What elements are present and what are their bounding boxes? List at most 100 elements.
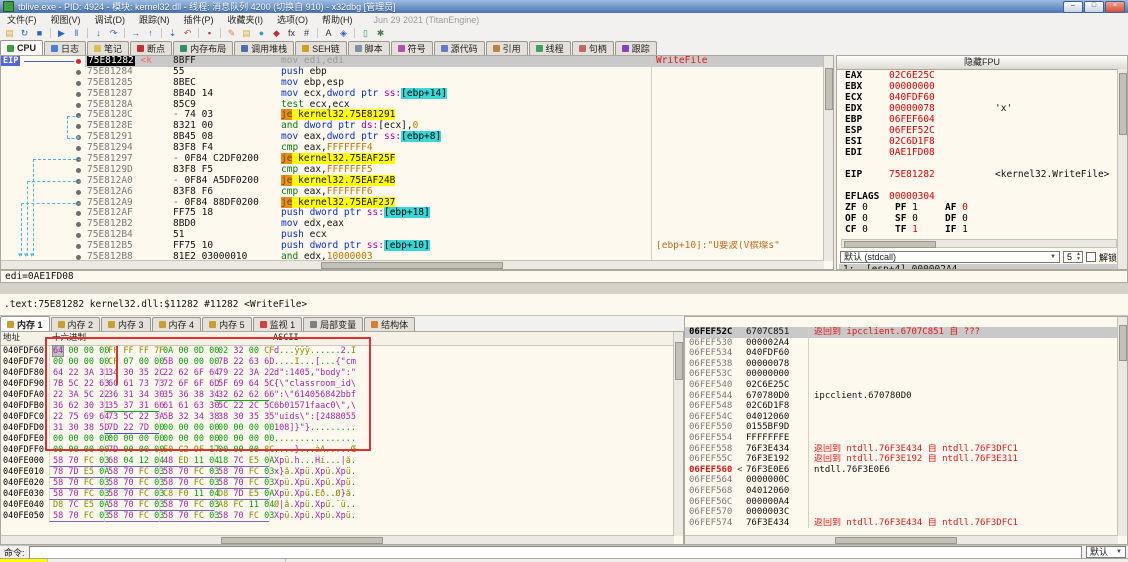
preferences-icon[interactable]: ✱ — [373, 27, 388, 39]
registers-horizontal-scrollbar[interactable] — [841, 239, 1117, 248]
registers-panel[interactable]: 隐藏FPU EAX 02C6E25C EBX 00000000 ECX 040FDF60 E… — [836, 55, 1128, 270]
stack-row[interactable]: 06FEF534 040FDF60 — [685, 348, 1127, 359]
registers-vertical-scrollbar[interactable] — [1117, 69, 1127, 269]
stack-row[interactable]: 06FEF558 76F3E434 返回到 ntdll.76F3E434 自 ntd… — [685, 443, 1127, 455]
flags-row[interactable]: ZF 0 PF 1 AF 0 — [837, 202, 1127, 213]
tab-跟踪[interactable]: 跟踪 — [614, 41, 657, 55]
step-over-icon[interactable]: ↷ — [106, 27, 121, 39]
stack-row[interactable]: 06FEF56C 000000A4 — [685, 496, 1127, 508]
close-button[interactable]: × — [1105, 0, 1125, 13]
maximize-button[interactable]: □ — [1084, 0, 1104, 13]
stack-row[interactable]: 06FEF570 0000003C — [685, 507, 1127, 518]
register-row[interactable]: ESI 02C6D1F8 — [837, 136, 1127, 147]
stack-row[interactable]: 06FEF554 FFFFFFFE — [685, 432, 1127, 444]
minimize-button[interactable]: – — [1063, 0, 1083, 13]
restart-icon[interactable]: ↻ — [17, 27, 32, 39]
open-file-icon[interactable]: ▤ — [2, 27, 17, 39]
tab-引用[interactable]: 引用 — [485, 41, 528, 55]
step-out-icon[interactable]: ↑ — [143, 27, 158, 39]
register-row[interactable]: ECX 040FDF60 — [837, 92, 1127, 103]
trace-into-icon[interactable]: ⇣ — [165, 27, 180, 39]
hex-dump-panel[interactable]: 地址 十六进制 ASCII 040FDF60 64 00 00 00 FF FF F… — [0, 331, 684, 545]
fx-icon[interactable]: fx — [284, 27, 299, 39]
dump-horizontal-scrollbar[interactable] — [1, 535, 674, 544]
stack-panel[interactable]: 06FEF52C 6707C851 返回到 ipcclient.6707C851 自… — [684, 316, 1128, 545]
tab-脚本[interactable]: 脚本 — [347, 41, 390, 55]
menu-item[interactable]: 调试(D) — [88, 13, 133, 26]
comment-icon[interactable]: ● — [254, 27, 269, 39]
run-to-user-code-icon[interactable]: → — [128, 27, 143, 39]
stack-row[interactable]: 06FEF54C 04012060 — [685, 411, 1127, 423]
dump-row[interactable]: 040FDFD0 31 30 38 5D 7D 22 7D 00 00 00 00 0… — [1, 423, 683, 434]
stack-row[interactable]: 06FEF568 04012060 — [685, 485, 1127, 497]
unlock-checkbox[interactable] — [1085, 252, 1096, 262]
dump-row[interactable]: 040FDF80 64 22 3A 31 34 30 35 2C 22 62 6F 6… — [1, 368, 683, 379]
tab-CPU[interactable]: CPU — [0, 40, 44, 55]
dump-row[interactable]: 040FDFB0 36 62 30 31 35 37 31 66 61 61 63 3… — [1, 401, 683, 412]
menu-item[interactable]: 选项(O) — [270, 13, 315, 26]
stack-vertical-scrollbar[interactable] — [1117, 317, 1127, 536]
dump-row[interactable]: 040FE040 D8 7C E5 0A 58 70 FC 03 58 70 FC 0… — [1, 500, 683, 511]
register-row[interactable]: EAX 02C6E25C — [837, 70, 1127, 81]
hide-fpu-button[interactable]: 隐藏FPU — [837, 56, 1127, 70]
dump-row[interactable]: 040FDF60 64 00 00 00 FF FF FF 7F 0A 00 0D 0… — [1, 345, 683, 357]
dump-row[interactable]: 040FE030 58 70 FC 03 58 70 FC 03 C8 F0 11 0… — [1, 489, 683, 500]
stack-row[interactable]: 06FEF53C 00000000 — [685, 369, 1127, 380]
stack-row[interactable]: 06FEF538 00000078 — [685, 358, 1127, 370]
dump-row[interactable]: 040FDF90 7B 5C 22 63 6C 61 73 73 72 6F 6F 6… — [1, 379, 683, 390]
tab-笔记[interactable]: 笔记 — [87, 41, 130, 55]
menu-item[interactable]: 文件(F) — [0, 13, 44, 26]
run-icon[interactable]: ▶ — [54, 27, 69, 39]
dump-row[interactable]: 040FDFE0 00 00 00 00 00 00 00 00 00 00 00 0… — [1, 434, 683, 445]
dump-row[interactable]: 040FE020 58 70 FC 03 58 70 FC 03 58 70 FC 0… — [1, 478, 683, 489]
disasm-row[interactable]: 75E812A6 83F8 F6 cmp eax,FFFFFFF6 — [1, 186, 833, 198]
dump-tab-内存 2[interactable]: 内存 2 — [50, 317, 101, 331]
disasm-vertical-scrollbar[interactable] — [823, 56, 833, 261]
dump-row[interactable]: 040FDF70 00 00 00 00 CF 07 00 00 5B 00 00 0… — [1, 357, 683, 368]
breakpoint-icon[interactable]: ▪ — [202, 27, 217, 39]
patches-icon[interactable]: ▤ — [239, 27, 254, 39]
dump-tab-内存 5[interactable]: 内存 5 — [202, 317, 252, 331]
tab-断点[interactable]: 断点 — [130, 41, 173, 55]
tab-SEH链[interactable]: SEH链 — [295, 41, 347, 55]
flags-row[interactable]: CF 0 TF 1 IF 1 — [837, 224, 1127, 235]
dump-row[interactable]: 040FE050 58 70 FC 03 58 70 FC 03 58 70 FC 0… — [1, 511, 683, 522]
dump-row[interactable]: 040FDFC0 22 75 69 64 73 5C 22 3A 5B 32 34 3… — [1, 412, 683, 423]
register-row[interactable]: EBP 06FEF604 — [837, 114, 1127, 125]
stack-row[interactable]: 06FEF540 02C6E25C — [685, 379, 1127, 391]
tab-调用堆栈[interactable]: 调用堆栈 — [234, 41, 295, 55]
stack-row[interactable]: 06FEF550 0155BF9D — [685, 422, 1127, 433]
step-into-icon[interactable]: ↓ — [91, 27, 106, 39]
menu-item[interactable]: 视图(V) — [44, 13, 88, 26]
pause-icon[interactable]: ‖ — [69, 27, 84, 39]
stack-row[interactable]: 06FEF530 000002A4 — [685, 337, 1127, 349]
command-profile-select[interactable]: 默认 ▼ — [1086, 546, 1126, 558]
flags-row[interactable]: OF 0 SF 0 DF 0 — [837, 213, 1127, 224]
stack-row[interactable]: 06FEF55C 76F3E192 返回到 ntdll.76F3E192 自 ntd… — [685, 454, 1127, 465]
tab-线程[interactable]: 线程 — [528, 41, 571, 55]
tab-日志[interactable]: 日志 — [44, 41, 87, 55]
disasm-horizontal-scrollbar[interactable] — [1, 260, 824, 269]
dump-row[interactable]: 040FDFF0 00 00 00 00 7D 00 00 00 E0 C2 9F 1… — [1, 445, 683, 456]
stack-row[interactable]: 06FEF574 76F3E434 返回到 ntdll.76F3E434 自 ntd… — [685, 517, 1127, 529]
disassembly-panel[interactable]: EIP 75E81282 <k 8BFF mov edi,edi WriteFile 75… — [0, 55, 834, 270]
stack-row[interactable]: 06FEF52C 6707C851 返回到 ipcclient.6707C851 自… — [685, 327, 1127, 338]
memory-icon[interactable]: ▯ — [358, 27, 373, 39]
dump-row[interactable]: 040FDFA0 22 3A 5C 22 36 31 34 30 35 36 38 3… — [1, 390, 683, 401]
disasm-row[interactable]: 75E81287 8B4D 14 mov ecx,dword ptr ss:[ebp… — [1, 87, 833, 100]
label-icon[interactable]: ◆ — [269, 27, 284, 39]
register-row[interactable]: EDX 00000078 'x' — [837, 103, 1127, 114]
stack-horizontal-scrollbar[interactable] — [685, 535, 1118, 544]
command-input[interactable] — [28, 545, 1082, 559]
tab-句柄[interactable]: 句柄 — [571, 41, 614, 55]
argument-count-stepper[interactable]: 5 ▲ ▼ — [1062, 251, 1083, 263]
dump-vertical-scrollbar[interactable] — [673, 332, 683, 536]
dump-row[interactable]: 040FE000 58 70 FC 03 68 04 12 04 48 ED 11 0… — [1, 456, 683, 467]
dump-tab-内存 1[interactable]: 内存 1 — [0, 316, 50, 331]
stack-row[interactable]: 06FEF560 <76F3E0E6 ntdll.76F3E0E6 — [685, 464, 1127, 476]
register-row[interactable]: EBX 00000000 — [837, 81, 1127, 92]
pencil-icon[interactable]: ✎ — [224, 27, 239, 39]
dump-row[interactable]: 040FE010 78 7D E5 0A 58 70 FC 03 58 70 FC 0… — [1, 467, 683, 478]
dump-tab-监视 1[interactable]: 监视 1 — [252, 317, 303, 331]
dump-tab-局部变量[interactable]: 局部变量 — [303, 317, 364, 331]
